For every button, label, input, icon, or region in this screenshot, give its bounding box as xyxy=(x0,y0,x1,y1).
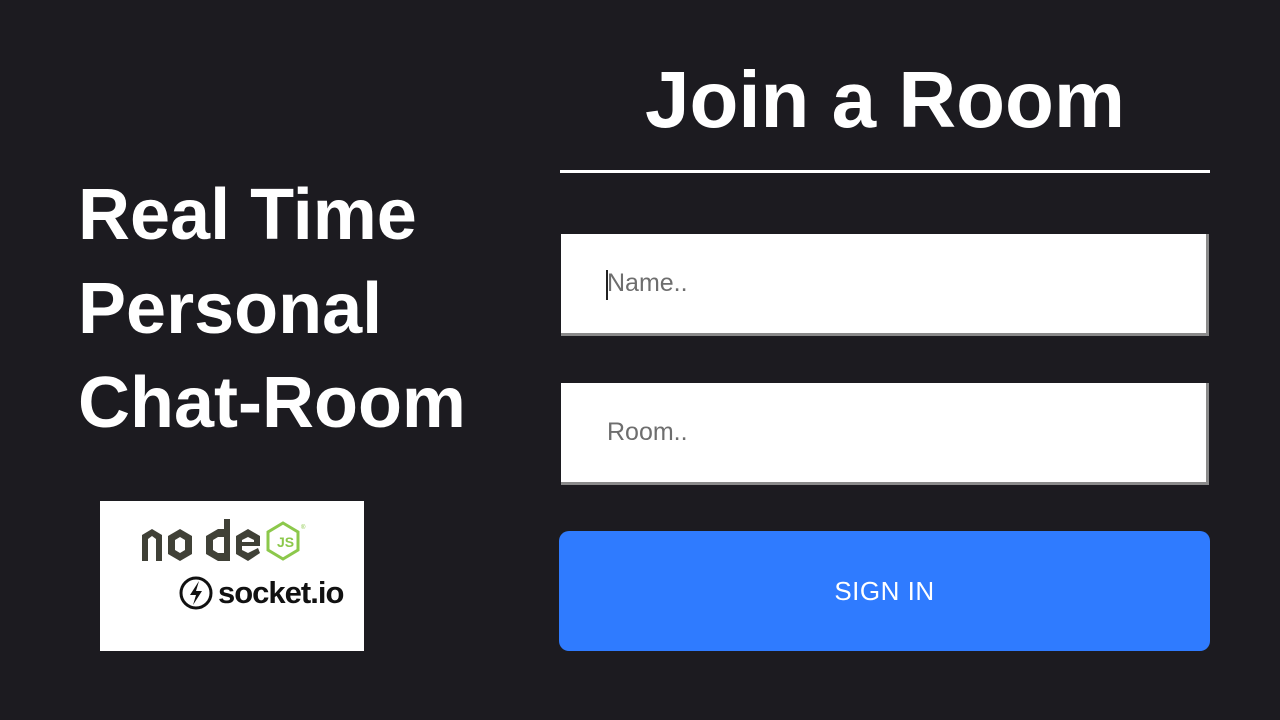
room-input[interactable] xyxy=(561,383,1209,485)
form-title: Join a Room xyxy=(644,55,1126,144)
socket-io-logo: socket.io xyxy=(178,573,358,613)
text-cursor xyxy=(606,270,608,300)
socket-io-logo-icon xyxy=(179,576,213,610)
socket-io-wordmark: socket.io xyxy=(218,575,344,610)
tech-logos-panel: JS ® socket.io xyxy=(100,501,364,651)
svg-text:®: ® xyxy=(301,524,306,531)
title-divider xyxy=(560,170,1210,173)
svg-text:JS: JS xyxy=(277,534,294,550)
name-input[interactable] xyxy=(561,234,1209,336)
nodejs-logo-icon: JS ® xyxy=(142,519,306,561)
sign-in-button[interactable]: SIGN IN xyxy=(559,531,1210,651)
headline-line-1: Real Time xyxy=(78,175,417,255)
headline-line-3: Chat-Room xyxy=(78,363,466,443)
join-room-page: Real Time Personal Chat-Room JS ® socket… xyxy=(0,0,1280,720)
headline-line-2: Personal xyxy=(78,269,383,349)
hero-headline: Real Time Personal Chat-Room xyxy=(78,168,538,450)
